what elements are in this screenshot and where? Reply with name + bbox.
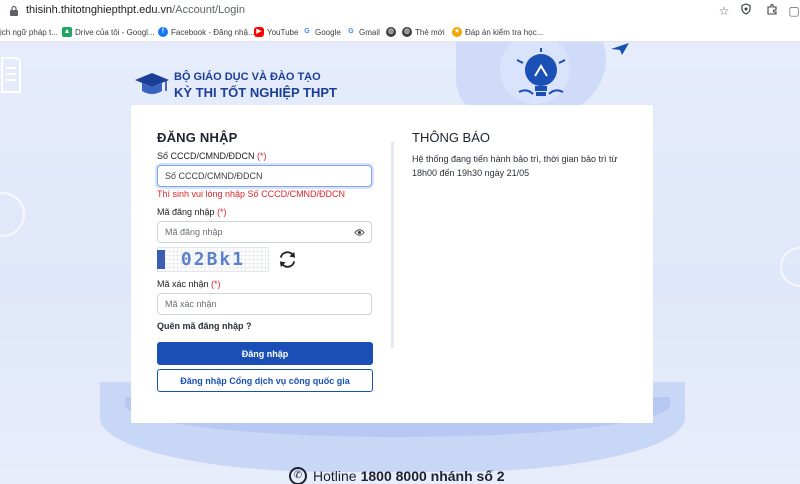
captcha-image: 02Bk1 — [157, 247, 269, 272]
bookmark-item-gmail[interactable]: G Gmail — [346, 25, 380, 39]
bookmark-item-youtube[interactable]: ▶ YouTube — [254, 25, 298, 39]
required-mark: (*) — [257, 151, 267, 161]
login-code-placeholder: Mã đăng nhập — [165, 227, 223, 237]
google-icon: G — [346, 27, 356, 37]
browser-address-bar: thisinh.thitotnghiepthpt.edu.vn/Account/… — [0, 0, 800, 22]
id-number-placeholder: Số CCCD/CMND/ĐDCN — [165, 171, 263, 181]
bookmark-label: Thẻ mới — [415, 27, 445, 37]
url-path: /Account/Login — [172, 4, 245, 16]
captcha-label: Mã xác nhận (*) — [157, 279, 221, 289]
ministry-name: BỘ GIÁO DỤC VÀ ĐÀO TẠO — [174, 71, 321, 83]
forgot-code-link[interactable]: Quên mã đăng nhập ? — [157, 321, 252, 331]
bookmark-label: Đáp án kiểm tra học... — [465, 27, 544, 37]
bookmark-label: Facebook - Đăng nhậ... — [171, 27, 255, 37]
notice-text: Hệ thống đang tiến hành bảo trì, thời gi… — [412, 154, 618, 178]
captcha-input[interactable]: Mã xác nhận — [157, 293, 372, 315]
required-mark: (*) — [211, 279, 221, 289]
captcha-edge — [157, 250, 165, 269]
bookmark-item-facebook[interactable]: f Facebook - Đăng nhậ... — [158, 25, 255, 39]
globe-icon: ◍ — [386, 27, 396, 37]
captcha-label-text: Mã xác nhận — [157, 279, 209, 289]
id-label-text: Số CCCD/CMND/ĐDCN — [157, 151, 255, 161]
globe-icon: ◍ — [402, 27, 412, 37]
hotline-number: 1800 8000 nhánh số 2 — [360, 468, 505, 484]
login-page: BỘ GIÁO DỤC VÀ ĐÀO TẠO KỲ THI TỐT NGHIỆP… — [0, 42, 800, 484]
phone-icon: ✆ — [289, 467, 307, 484]
hotline-label: Hotline — [313, 468, 357, 484]
bookmark-label: YouTube — [267, 27, 299, 37]
refresh-captcha-icon[interactable] — [277, 249, 298, 270]
bookmark-label: Google — [315, 27, 341, 37]
bookmark-item-google[interactable]: G Google — [302, 25, 341, 39]
bookmark-label: Gmail — [359, 27, 380, 37]
decorative-circle — [0, 192, 25, 237]
drive-icon: ▲ — [62, 27, 72, 37]
book-spine — [391, 142, 394, 348]
site-info-icon[interactable] — [8, 5, 20, 17]
login-title: ĐĂNG NHẬP — [157, 130, 238, 145]
bookmark-label: Drive của tôi - Googl... — [75, 27, 155, 37]
graduation-cap-icon — [135, 73, 169, 94]
bookmark-item-new-tab[interactable]: ◍ Thẻ mới — [402, 25, 445, 39]
password-label: Mã đăng nhập (*) — [157, 207, 227, 217]
eye-icon[interactable] — [354, 227, 365, 238]
decorative-circle — [780, 247, 800, 287]
bookmark-item-drive[interactable]: ▲ Drive của tôi - Googl... — [62, 25, 155, 39]
bookmark-icon: ★ — [452, 27, 462, 37]
login-code-input[interactable]: Mã đăng nhập — [157, 221, 372, 243]
book-outline-icon — [1, 57, 21, 93]
captcha-placeholder: Mã xác nhận — [165, 299, 217, 309]
login-button[interactable]: Đăng nhập — [157, 342, 373, 365]
facebook-icon: f — [158, 27, 168, 37]
google-icon: G — [302, 27, 312, 37]
national-portal-login-button[interactable]: Đăng nhập Cổng dịch vụ công quốc gia — [157, 369, 373, 392]
bookmark-label: ịch ngữ pháp t... — [0, 27, 58, 37]
url-domain: thisinh.thitotnghiepthpt.edu.vn — [26, 4, 173, 16]
id-number-input[interactable]: Số CCCD/CMND/ĐDCN — [157, 165, 372, 187]
bookmark-item-globe[interactable]: ◍ — [386, 25, 399, 39]
lightbulb-icon — [516, 48, 566, 96]
bookmark-item[interactable]: ịch ngữ pháp t... — [0, 25, 58, 39]
paper-plane-icon — [611, 43, 629, 55]
bookmark-star-icon[interactable]: ☆ — [716, 3, 732, 19]
youtube-icon: ▶ — [254, 27, 264, 37]
notice-title: THÔNG BÁO — [412, 130, 491, 145]
url-field[interactable]: thisinh.thitotnghiepthpt.edu.vn/Account/… — [26, 4, 245, 16]
bookmarks-bar: ịch ngữ pháp t... ▲ Drive của tôi - Goog… — [0, 22, 800, 42]
extensions-icon[interactable] — [764, 3, 780, 19]
exam-name: KỲ THI TỐT NGHIỆP THPT — [174, 85, 337, 100]
id-error-message: Thí sinh vui lòng nhập Số CCCD/CMND/ĐDCN — [157, 189, 346, 199]
shield-extension-icon[interactable] — [738, 3, 754, 19]
profile-icon[interactable]: ▢ — [786, 3, 800, 19]
bookmark-item-dap-an[interactable]: ★ Đáp án kiểm tra học... — [452, 25, 543, 39]
password-label-text: Mã đăng nhập — [157, 207, 215, 217]
required-mark: (*) — [217, 207, 227, 217]
hotline: ✆ Hotline 1800 8000 nhánh số 2 — [289, 467, 505, 484]
id-label: Số CCCD/CMND/ĐDCN (*) — [157, 151, 267, 161]
